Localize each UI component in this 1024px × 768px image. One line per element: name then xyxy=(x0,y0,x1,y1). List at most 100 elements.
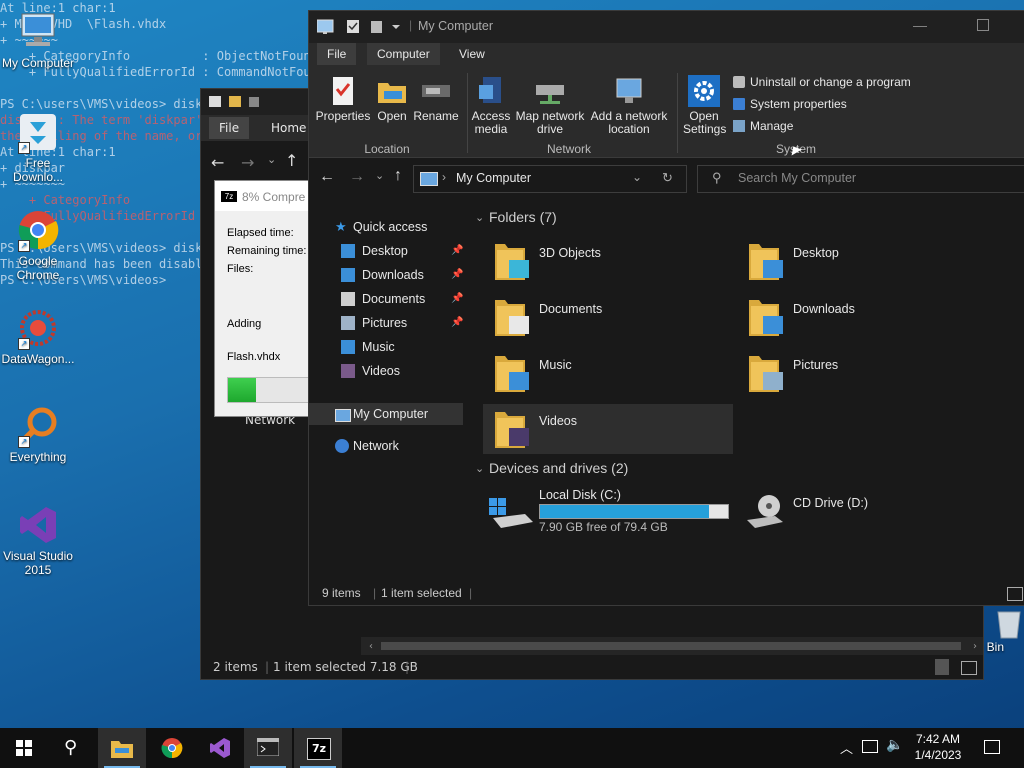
add-network-location-button[interactable]: Add a network location xyxy=(589,75,669,136)
pin-icon[interactable]: 📌 xyxy=(451,288,463,310)
address-dropdown-icon[interactable]: ⌄ xyxy=(632,170,642,184)
properties-button[interactable]: Properties xyxy=(315,75,371,123)
nav-quick-access[interactable]: ★ Quick access xyxy=(309,216,463,238)
rename-button[interactable]: Rename xyxy=(413,75,459,123)
navigation-pane: ★ Quick access Desktop 📌 Downloads 📌 Documen… xyxy=(309,198,465,572)
collapse-chevron-icon[interactable]: ⌄ xyxy=(475,462,484,475)
nav-item-pictures[interactable]: Pictures 📌 xyxy=(309,312,463,334)
desktop-icon-everything[interactable]: ↗ Everything xyxy=(0,404,76,464)
explorer-window[interactable]: | My Computer — File Computer View Prope… xyxy=(308,10,1024,606)
refresh-icon[interactable]: ↻ xyxy=(662,170,673,186)
desktop-icon-my-computer[interactable]: My Computer xyxy=(0,10,76,70)
ribbon-divider xyxy=(467,73,468,153)
folder-icon xyxy=(749,356,783,392)
folder-label: Documents xyxy=(539,302,603,316)
desktop-icon-visual-studio[interactable]: Visual Studio 2015 xyxy=(0,503,76,577)
folder-videos[interactable]: Videos xyxy=(483,404,733,454)
nav-my-computer[interactable]: My Computer xyxy=(309,403,463,425)
taskbar-visual-studio[interactable] xyxy=(196,728,244,768)
drive-local-disk-c[interactable]: Local Disk (C:) 7.90 GB free of 79.4 GB xyxy=(483,488,733,542)
collapse-chevron-icon[interactable]: ⌄ xyxy=(475,211,484,224)
nav-item-label: Videos xyxy=(362,364,400,378)
back-nav-recent-icon[interactable]: ⌄ xyxy=(267,153,276,166)
taskbar-chrome[interactable] xyxy=(148,728,196,768)
taskbar-7zip[interactable]: 7z xyxy=(294,728,342,768)
back-nav-up-icon[interactable]: ↑ xyxy=(285,151,298,170)
pin-icon[interactable]: 📌 xyxy=(451,264,463,286)
back-nav-back-icon[interactable]: ← xyxy=(211,153,224,172)
nav-item-downloads[interactable]: Downloads 📌 xyxy=(309,264,463,286)
scroll-right-icon[interactable]: › xyxy=(973,641,977,652)
back-nav-forward-icon[interactable]: → xyxy=(241,153,254,172)
network-status-icon[interactable] xyxy=(862,740,878,753)
back-tab-file[interactable]: File xyxy=(209,117,250,139)
clock-time: 7:42 AM xyxy=(915,732,961,746)
taskbar-file-explorer[interactable] xyxy=(98,728,146,768)
7zip-progress-dialog[interactable]: 7z 8% Compre Elapsed time: Remaining tim… xyxy=(214,180,311,417)
tab-file[interactable]: File xyxy=(317,43,357,65)
open-button[interactable]: Open xyxy=(373,75,411,123)
show-hidden-icons-icon[interactable]: ︿ xyxy=(840,738,853,757)
search-box[interactable]: ⚲ Search My Computer xyxy=(697,165,1024,193)
back-horizontal-scrollbar[interactable]: ‹ › xyxy=(361,637,983,655)
open-settings-button[interactable]: Open Settings xyxy=(683,75,726,136)
folder-icon xyxy=(495,412,529,448)
pin-icon[interactable]: 📌 xyxy=(451,240,463,262)
pin-icon[interactable]: 📌 xyxy=(451,312,463,334)
desktop-icon-chrome[interactable]: ↗ Google Chrome xyxy=(0,208,76,282)
folder-icon xyxy=(749,244,783,280)
folder-pictures[interactable]: Pictures xyxy=(737,348,987,398)
search-button[interactable]: ⚲ xyxy=(48,728,96,768)
folder-desktop[interactable]: Desktop xyxy=(737,236,987,286)
desktop-icon-free-download[interactable]: ↗ Free Downlo... xyxy=(0,110,76,184)
maximize-icon[interactable] xyxy=(977,19,989,31)
taskbar-powershell[interactable] xyxy=(244,728,292,768)
scroll-left-icon[interactable]: ‹ xyxy=(369,641,373,652)
search-icon: ⚲ xyxy=(64,737,78,758)
clock[interactable]: 7:42 AM 1/4/2023 xyxy=(904,731,972,763)
folder-music[interactable]: Music xyxy=(483,348,733,398)
titlebar[interactable]: | My Computer — xyxy=(309,11,1024,43)
uninstall-program-button[interactable]: Uninstall or change a program xyxy=(733,73,911,91)
nav-item-documents[interactable]: Documents 📌 xyxy=(309,288,463,310)
folder-documents[interactable]: Documents xyxy=(483,292,733,342)
videos-icon xyxy=(341,364,355,378)
manage-button[interactable]: Manage xyxy=(733,117,793,135)
start-button[interactable] xyxy=(0,728,48,768)
address-bar-row: ← → ⌄ ↑ › My Computer ⌄ ↻ ⚲ Search My Co… xyxy=(309,158,1024,198)
7zip-icon: 7z xyxy=(307,738,331,760)
forward-icon[interactable]: → xyxy=(349,168,365,186)
volume-icon[interactable]: 🔈 xyxy=(886,737,903,753)
details-view-icon[interactable] xyxy=(1007,587,1023,601)
desktop-icon-datawagon[interactable]: ↗ DataWagon... xyxy=(0,306,76,366)
title-separator: | xyxy=(409,18,413,32)
up-icon[interactable]: ↑ xyxy=(394,167,402,185)
breadcrumb-chevron-icon[interactable]: › xyxy=(442,170,446,184)
nav-item-videos[interactable]: Videos xyxy=(309,360,463,382)
folder-downloads[interactable]: Downloads xyxy=(737,292,987,342)
large-icons-view-icon[interactable] xyxy=(961,661,977,675)
progress-bar-fill xyxy=(228,378,256,402)
folders-header[interactable]: Folders (7) xyxy=(489,209,557,225)
system-properties-button[interactable]: System properties xyxy=(733,95,847,113)
tab-computer[interactable]: Computer xyxy=(367,43,440,65)
tab-view[interactable]: View xyxy=(449,43,495,65)
search-input[interactable]: Search My Computer xyxy=(738,171,856,185)
access-media-button[interactable]: Access media xyxy=(469,75,513,136)
map-network-drive-button[interactable]: Map network drive xyxy=(515,75,585,136)
scroll-thumb[interactable] xyxy=(381,642,961,650)
minimize-icon[interactable]: — xyxy=(913,17,927,33)
nav-network[interactable]: Network xyxy=(309,435,463,457)
drive-cd-d[interactable]: CD Drive (D:) xyxy=(737,488,987,538)
desktop-icon-label: Visual Studio 2015 xyxy=(3,549,73,577)
notifications-icon[interactable] xyxy=(984,740,1000,754)
details-view-icon[interactable] xyxy=(935,659,949,675)
nav-item-desktop[interactable]: Desktop 📌 xyxy=(309,240,463,262)
folder-3d-objects[interactable]: 3D Objects xyxy=(483,236,733,286)
address-field[interactable]: › My Computer ⌄ ↻ xyxy=(413,165,687,193)
ribbon-group-network: Network xyxy=(546,142,591,156)
recent-locations-icon[interactable]: ⌄ xyxy=(375,169,384,182)
nav-item-music[interactable]: Music xyxy=(309,336,463,358)
drives-header[interactable]: Devices and drives (2) xyxy=(489,460,628,476)
back-icon[interactable]: ← xyxy=(319,168,335,186)
